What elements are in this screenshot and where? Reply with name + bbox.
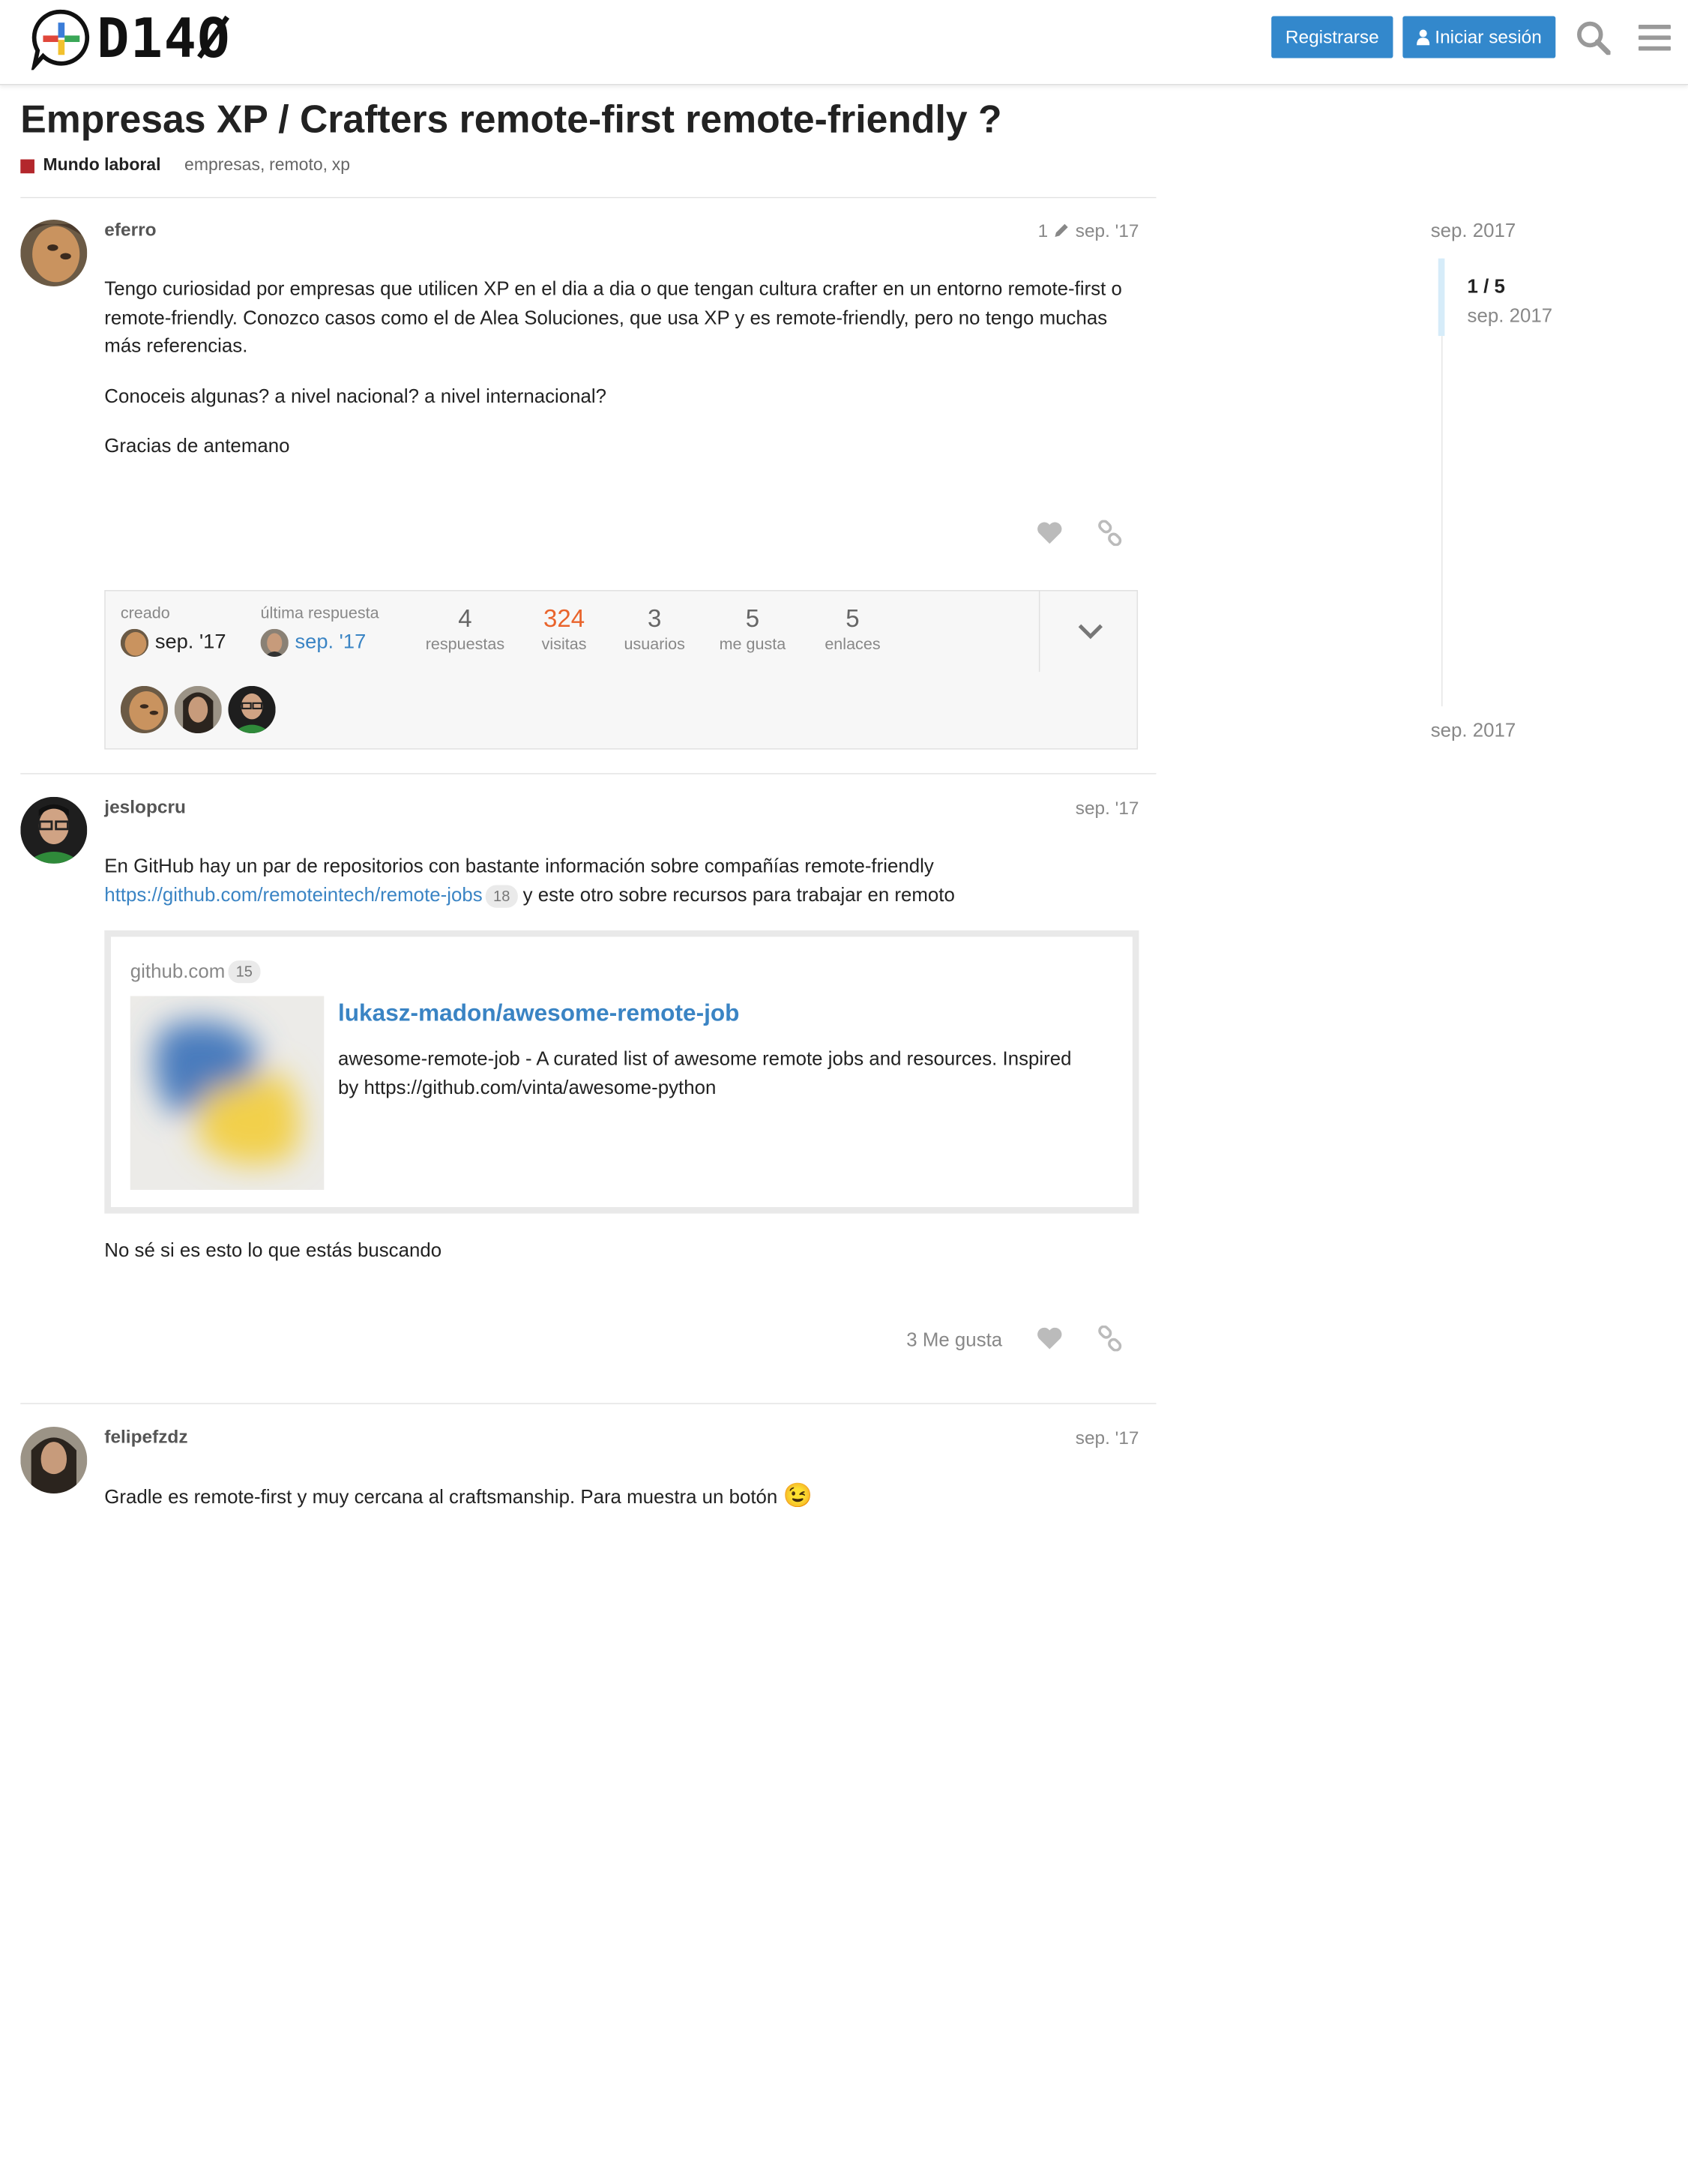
- post-text: y este otro sobre recursos para trabajar…: [522, 883, 955, 906]
- avatar[interactable]: [20, 219, 88, 287]
- logo-icon: [31, 9, 90, 70]
- post-body: Gradle es remote-first y muy cercana al …: [104, 1481, 1127, 1511]
- like-heart-icon[interactable]: [1036, 1325, 1064, 1353]
- topic-last-reply: última respuesta sep. '17: [260, 604, 379, 658]
- post-username[interactable]: felipefzdz: [104, 1427, 187, 1449]
- logo-text: D14Ø: [97, 7, 231, 70]
- avatar[interactable]: [20, 1426, 88, 1494]
- post-text: No sé si es esto lo que estás buscando: [104, 1239, 442, 1261]
- post-body: En GitHub hay un par de repositorios con…: [104, 852, 1127, 909]
- page: D14Ø Registrarse Iniciar sesión Empresas…: [0, 0, 1688, 2184]
- timeline-post-count: 1 / 5: [1467, 275, 1505, 298]
- stat-links: 5 enlaces: [825, 604, 881, 654]
- like-heart-icon[interactable]: [1036, 519, 1064, 547]
- winking-face-emoji: 😉: [783, 1481, 813, 1509]
- stat-likes: 5 me gusta: [719, 604, 786, 654]
- onebox-description: awesome-remote-job - A curated list of a…: [337, 1047, 1072, 1098]
- post-username[interactable]: jeslopcru: [104, 797, 186, 819]
- timeline-scroll-handle[interactable]: [1438, 258, 1445, 337]
- participant-avatar[interactable]: [120, 685, 169, 734]
- participant-avatar[interactable]: [228, 685, 276, 734]
- last-reply-date[interactable]: sep. '17: [295, 631, 367, 655]
- post-date[interactable]: 1 sep. '17: [969, 220, 1139, 242]
- register-label: Registrarse: [1285, 26, 1379, 47]
- divider: [1038, 591, 1040, 673]
- onebox-source[interactable]: github.com 15: [130, 960, 261, 984]
- post-text: Gradle es remote-first y muy cercana al …: [104, 1485, 778, 1508]
- user-icon: [1416, 29, 1430, 46]
- avatar[interactable]: [120, 628, 149, 658]
- share-link-icon[interactable]: [1096, 519, 1124, 547]
- stat-views: 324 visitas: [541, 604, 587, 654]
- timeline-current-date: sep. 2017: [1467, 304, 1553, 327]
- post-paragraph: Gracias de antemano: [104, 435, 290, 457]
- tag-link[interactable]: xp: [332, 156, 350, 175]
- search-icon[interactable]: [1575, 19, 1612, 56]
- post-link[interactable]: https://github.com/remoteintech/remote-j…: [104, 883, 482, 905]
- tag-link[interactable]: empresas: [184, 156, 260, 175]
- category-link[interactable]: Mundo laboral: [43, 156, 160, 175]
- post-body: Tengo curiosidad por empresas que utilic…: [104, 274, 1127, 481]
- site-logo[interactable]: D14Ø: [30, 7, 231, 71]
- divider: [20, 196, 1157, 199]
- post-date[interactable]: sep. '17: [969, 798, 1139, 819]
- topic-created: creado sep. '17: [120, 604, 226, 658]
- post-paragraph: Tengo curiosidad por empresas que utilic…: [104, 277, 1122, 357]
- stat-users: 3 usuarios: [624, 604, 685, 654]
- share-link-icon[interactable]: [1096, 1325, 1124, 1353]
- onebox-thumbnail: [130, 996, 325, 1191]
- hamburger-menu-icon[interactable]: [1636, 19, 1673, 56]
- link-click-count: 15: [228, 960, 261, 984]
- divider: [20, 1403, 1157, 1404]
- avatar[interactable]: [20, 796, 88, 864]
- topic-title[interactable]: Empresas XP / Crafters remote-first remo…: [20, 97, 1001, 142]
- stat-replies: 4 respuestas: [425, 604, 505, 654]
- category-color-badge: [20, 158, 34, 173]
- post-paragraph: Conoceis algunas? a nivel nacional? a ni…: [104, 385, 607, 407]
- onebox-title[interactable]: lukasz-madon/awesome-remote-job: [338, 999, 740, 1027]
- post-username[interactable]: eferro: [104, 220, 156, 241]
- likes-count[interactable]: 3 Me gusta: [906, 1329, 1002, 1351]
- topic-meta: Mundo laboral empresas, remoto, xp: [20, 156, 350, 175]
- site-header: D14Ø Registrarse Iniciar sesión: [0, 0, 1688, 85]
- chevron-down-icon[interactable]: [1074, 615, 1106, 647]
- login-label: Iniciar sesión: [1435, 26, 1542, 47]
- register-button[interactable]: Registrarse: [1271, 16, 1393, 58]
- timeline-end-date[interactable]: sep. 2017: [1431, 719, 1516, 741]
- post-date[interactable]: sep. '17: [969, 1428, 1139, 1449]
- login-button[interactable]: Iniciar sesión: [1402, 16, 1556, 58]
- post-text: En GitHub hay un par de repositorios con…: [104, 855, 934, 877]
- tag-link[interactable]: remoto: [269, 156, 323, 175]
- participant-avatar[interactable]: [174, 685, 222, 734]
- avatar[interactable]: [260, 628, 289, 658]
- post-body: No sé si es esto lo que estás buscando: [104, 1236, 1127, 1265]
- created-date[interactable]: sep. '17: [155, 631, 226, 655]
- link-click-count: 18: [485, 884, 518, 907]
- pencil-icon: [1055, 223, 1069, 237]
- participants-list: [120, 685, 282, 734]
- link-preview-onebox[interactable]: github.com 15 lukasz-madon/awesome-remot…: [104, 930, 1139, 1214]
- topic-map: creado sep. '17 última respuesta sep. '1…: [104, 590, 1139, 750]
- timeline-start-date[interactable]: sep. 2017: [1431, 220, 1516, 242]
- edit-count[interactable]: 1: [1038, 220, 1049, 241]
- divider: [20, 773, 1157, 774]
